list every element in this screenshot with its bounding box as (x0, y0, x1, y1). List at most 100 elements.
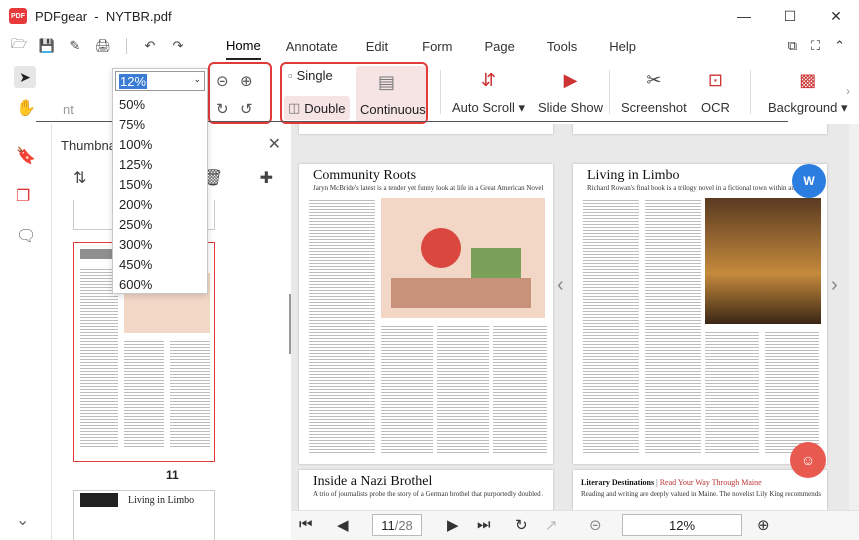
menu-edit[interactable]: Edit (366, 32, 388, 60)
zoom-in-icon[interactable]: ⊕ (757, 516, 770, 534)
quick-access: 🗁 💾 ✎ 🖨 ↶ ↷ (8, 35, 189, 57)
menu-home[interactable]: Home (226, 32, 261, 60)
save-icon[interactable]: 💾 (36, 35, 58, 57)
menu-help[interactable]: Help (609, 32, 636, 60)
viewer-scrollbar[interactable] (849, 124, 859, 510)
thumbnail-next-title: Living in Limbo (128, 495, 195, 506)
open-folder-icon[interactable]: 🗁 (8, 35, 30, 57)
page-11: Community Roots Jaryn McBride's latest i… (299, 164, 553, 464)
slide-show-label: Slide Show (538, 100, 604, 115)
zoom-out-icon[interactable]: ⊝ (589, 516, 602, 534)
app-name: PDFgear (35, 8, 88, 24)
zoom-option[interactable]: 125% (119, 157, 152, 172)
background-button[interactable]: ▩ Background ▾ (768, 68, 848, 116)
ocr-label: OCR (701, 100, 730, 115)
menu-row: 🗁 💾 ✎ 🖨 ↶ ↷ Home Annotate Edit Form Page… (0, 32, 859, 60)
redo-icon[interactable]: ↷ (167, 35, 189, 57)
ocr-icon: ⊡ (707, 69, 723, 90)
continuous-button[interactable]: ▤ Continuous (356, 66, 426, 122)
zoom-option[interactable]: 100% (119, 137, 152, 152)
zoom-option[interactable]: 50% (119, 97, 145, 112)
screenshot-button[interactable]: ✂ Screenshot (621, 68, 687, 116)
zoom-input[interactable]: 12% (115, 71, 205, 91)
rotate-right-icon[interactable]: ↺ (240, 100, 253, 118)
first-page-icon[interactable]: ⏮ (299, 516, 313, 533)
zoom-option[interactable]: 150% (119, 177, 152, 192)
page-number-input[interactable]: 11/28 (372, 514, 422, 536)
auto-scroll-button[interactable]: ⇵ Auto Scroll ▾ (452, 68, 525, 116)
zoom-dropdown: 12% ⌄ 50% 75% 100% 125% 150% 200% 250% 3… (112, 68, 208, 294)
minimize-button[interactable]: — (721, 0, 767, 32)
total-pages: /28 (394, 517, 413, 533)
rotate-left-icon[interactable]: ↻ (216, 100, 229, 118)
single-page-icon: ▫ (288, 68, 293, 83)
page-12-subtitle: Richard Rowan's final book is a trilogy … (587, 184, 817, 192)
close-button[interactable]: ✕ (813, 0, 859, 32)
rotate-page-icon[interactable]: ↻ (515, 516, 528, 534)
toolbar-scroll-right-icon[interactable]: › (846, 84, 850, 98)
undo-icon[interactable]: ↶ (139, 35, 161, 57)
insert-page-icon[interactable]: ⇅ (73, 168, 86, 194)
page-11-subtitle: Jaryn McBride's latest is a tender yet f… (313, 184, 543, 192)
double-page-button[interactable]: ◫ Double (284, 96, 350, 120)
zoom-option[interactable]: 75% (119, 117, 145, 132)
thumbnails-icon[interactable]: ❐ (16, 186, 30, 206)
fullscreen-icon[interactable]: ⛶ (811, 38, 820, 54)
page-12: Living in Limbo Richard Rowan's final bo… (573, 164, 827, 464)
page-14-subtitle: Reading and writing are deeply valued in… (581, 490, 821, 498)
page-12-photo (705, 198, 821, 324)
zoom-option[interactable]: 200% (119, 197, 152, 212)
zoom-level-field[interactable]: 12% (622, 514, 742, 536)
edit-icon[interactable]: ✎ (64, 35, 86, 57)
ocr-button[interactable]: ⊡ OCR (701, 68, 730, 116)
last-page-icon[interactable]: ⏭ (477, 516, 491, 533)
single-label: Single (296, 68, 333, 83)
export-page-icon[interactable]: ↗ (545, 516, 558, 534)
slide-show-button[interactable]: ▶ Slide Show (538, 68, 604, 116)
ai-assistant-icon[interactable]: ☺ (790, 442, 826, 478)
add-page-icon[interactable]: ✚ (260, 168, 273, 194)
menu-page[interactable]: Page (484, 32, 514, 60)
document-viewer: Community Roots Jaryn McBride's latest i… (291, 124, 859, 510)
page-prev-arrow-icon[interactable]: ‹ (557, 274, 564, 297)
divider (609, 70, 610, 114)
zoom-option[interactable]: 600% (119, 277, 152, 292)
zoom-out-icon[interactable]: ⊝ (216, 72, 229, 90)
next-page-icon[interactable]: ▶ (447, 516, 459, 534)
zoom-option[interactable]: 250% (119, 217, 152, 232)
collapse-ribbon-icon[interactable]: ⌃ (834, 38, 845, 54)
menu-tools[interactable]: Tools (547, 32, 577, 60)
thumbnail-page-number: 11 (166, 468, 179, 482)
maximize-button[interactable]: ☐ (767, 0, 813, 32)
expand-sidebar-icon[interactable]: ⌄ (16, 510, 29, 530)
chevron-down-icon[interactable]: ⌄ (193, 74, 201, 85)
zoom-option[interactable]: 450% (119, 257, 152, 272)
zoom-option[interactable]: 300% (119, 237, 152, 252)
chevron-down-icon: ▾ (841, 100, 848, 115)
hand-tool-icon[interactable]: ✋ (16, 98, 36, 118)
page-14-tag: Read Your Way Through Maine (659, 478, 762, 487)
close-icon[interactable]: ✕ (268, 134, 281, 154)
file-name: NYTBR.pdf (105, 8, 172, 24)
bookmark-icon[interactable]: 🔖 (16, 146, 36, 166)
convert-word-icon[interactable]: W (792, 164, 826, 198)
previous-page-icon[interactable]: ◀ (337, 516, 349, 534)
screenshot-label: Screenshot (621, 100, 687, 115)
page-12-title: Living in Limbo (587, 168, 680, 183)
continuous-icon: ▤ (378, 72, 396, 92)
select-cursor-icon[interactable]: ➤ (14, 66, 36, 88)
zoom-input-value: 12% (119, 73, 148, 89)
zoom-in-icon[interactable]: ⊕ (240, 72, 253, 90)
comment-icon[interactable]: 🗨 (16, 226, 36, 246)
auto-scroll-icon: ⇵ (480, 69, 497, 90)
divider (750, 70, 751, 114)
share-icon[interactable]: ⧉ (788, 38, 797, 54)
app-logo: PDF (9, 8, 27, 24)
chevron-down-icon: ▾ (518, 100, 526, 115)
single-page-button[interactable]: ▫ Single (288, 68, 333, 83)
menu-form[interactable]: Form (422, 32, 452, 60)
page-next-arrow-icon[interactable]: › (831, 274, 838, 297)
print-icon[interactable]: 🖨 (92, 35, 114, 57)
menu-annotate[interactable]: Annotate (286, 32, 338, 60)
thumbnail-page-next[interactable]: Living in Limbo (73, 490, 215, 540)
